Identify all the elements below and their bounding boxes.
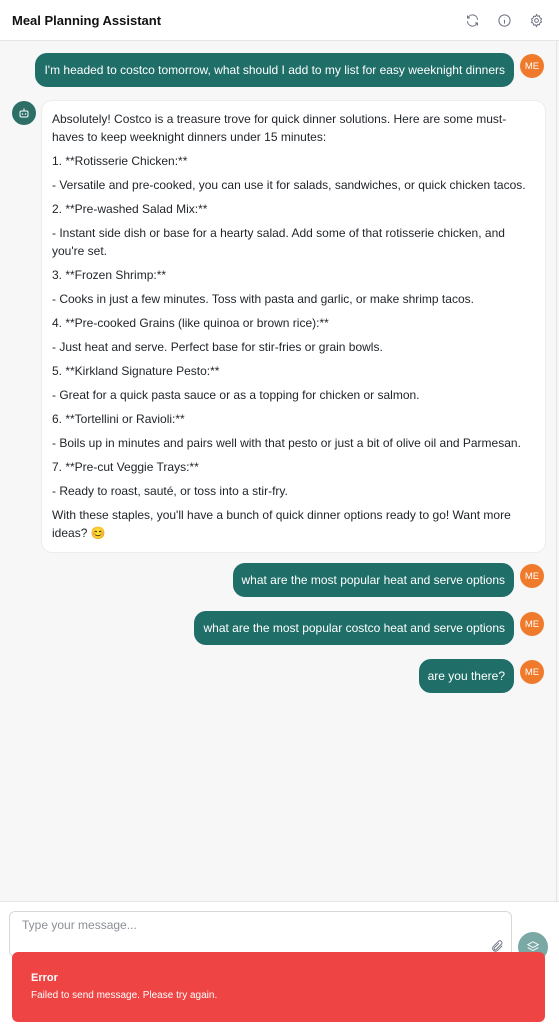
bot-icon <box>19 108 29 118</box>
assistant-paragraph: 4. **Pre-cooked Grains (like quinoa or b… <box>52 316 329 330</box>
assistant-paragraph: - Instant side dish or base for a hearty… <box>52 226 505 258</box>
avatar: ME <box>520 660 544 684</box>
assistant-paragraph: - Ready to roast, sauté, or toss into a … <box>52 484 288 498</box>
user-message-bubble: are you there? <box>418 659 514 693</box>
app-header: Meal Planning Assistant <box>0 0 559 41</box>
assistant-paragraph: Absolutely! Costco is a treasure trove f… <box>52 112 507 144</box>
refresh-button[interactable] <box>463 11 481 29</box>
user-message: I'm headed to costco tomorrow, what shou… <box>35 53 544 87</box>
assistant-paragraph: 5. **Kirkland Signature Pesto:** <box>52 364 220 378</box>
assistant-paragraph: With these staples, you'll have a bunch … <box>52 508 511 540</box>
assistant-paragraph: - Boils up in minutes and pairs well wit… <box>52 436 521 450</box>
avatar: ME <box>520 612 544 636</box>
assistant-message: Absolutely! Costco is a treasure trove f… <box>12 101 545 552</box>
assistant-paragraph: 3. **Frozen Shrimp:** <box>52 268 167 282</box>
paperclip-icon <box>492 940 503 952</box>
header-actions <box>463 11 547 29</box>
info-icon <box>497 13 511 27</box>
assistant-message-bubble: Absolutely! Costco is a treasure trove f… <box>42 101 545 552</box>
gear-icon <box>530 13 542 27</box>
info-button[interactable] <box>495 11 513 29</box>
refresh-icon <box>466 13 478 27</box>
user-message: are you there? ME <box>418 659 544 693</box>
user-message: what are the most popular costco heat an… <box>194 611 544 645</box>
toast-message: Failed to send message. Please try again… <box>31 990 218 1001</box>
settings-button[interactable] <box>527 11 545 29</box>
error-toast[interactable]: Error Failed to send message. Please try… <box>12 952 545 1022</box>
assistant-paragraph: 1. **Rotisserie Chicken:** <box>52 154 188 168</box>
chat-thread[interactable]: I'm headed to costco tomorrow, what shou… <box>0 41 557 901</box>
user-message-bubble: what are the most popular costco heat an… <box>194 611 514 645</box>
assistant-paragraph: - Versatile and pre-cooked, you can use … <box>52 178 526 192</box>
page-title: Meal Planning Assistant <box>12 12 162 28</box>
user-message-bubble: what are the most popular heat and serve… <box>232 563 514 597</box>
assistant-paragraph: 7. **Pre-cut Veggie Trays:** <box>52 460 199 474</box>
toast-title: Error <box>31 972 58 984</box>
assistant-paragraph: - Cooks in just a few minutes. Toss with… <box>52 292 474 306</box>
message-input[interactable] <box>9 911 512 957</box>
assistant-paragraph: 2. **Pre-washed Salad Mix:** <box>52 202 208 216</box>
assistant-paragraph: - Just heat and serve. Perfect base for … <box>52 340 383 354</box>
avatar: ME <box>520 564 544 588</box>
assistant-paragraph: - Great for a quick pasta sauce or as a … <box>52 388 420 402</box>
user-message-bubble: I'm headed to costco tomorrow, what shou… <box>35 53 514 87</box>
user-message: what are the most popular heat and serve… <box>232 563 544 597</box>
assistant-paragraph: 6. **Tortellini or Ravioli:** <box>52 412 185 426</box>
avatar: ME <box>520 54 544 78</box>
assistant-avatar <box>12 101 36 125</box>
